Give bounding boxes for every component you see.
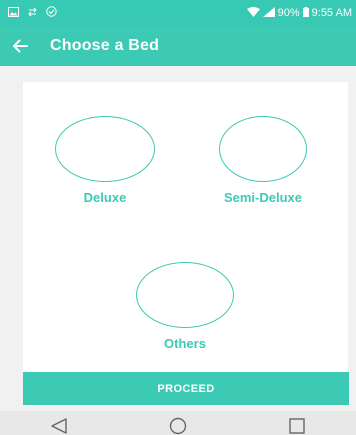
app-bar: Choose a Bed: [0, 26, 356, 66]
semi-deluxe-label: Semi-Deluxe: [223, 190, 303, 205]
status-indicators: 90% 9:55 AM: [246, 6, 352, 20]
wifi-icon: [246, 6, 260, 20]
others-circle[interactable]: [136, 262, 234, 328]
others-label: Others: [164, 336, 206, 351]
bed-options-card: Deluxe Semi-Deluxe Others: [23, 82, 348, 372]
status-bar: 90% 9:55 AM: [0, 0, 356, 26]
battery-icon: [302, 6, 309, 20]
gallery-icon: [8, 6, 19, 20]
bed-option-deluxe[interactable]: Deluxe: [55, 116, 155, 205]
screen: 90% 9:55 AM Choose a Bed Deluxe Semi-Del…: [0, 0, 356, 435]
status-notifications: [8, 6, 57, 20]
back-arrow-icon[interactable]: [0, 26, 40, 66]
battery-percent: 90%: [277, 6, 300, 19]
bed-option-semi-deluxe[interactable]: Semi-Deluxe: [219, 116, 307, 205]
nav-home-icon[interactable]: [164, 417, 192, 435]
deluxe-circle[interactable]: [55, 116, 155, 182]
deluxe-label: Deluxe: [83, 190, 127, 205]
clock: 9:55 AM: [311, 6, 352, 19]
system-nav-bar: [0, 411, 356, 435]
sync-icon: [27, 7, 38, 20]
bed-option-others[interactable]: Others: [136, 262, 234, 351]
proceed-button[interactable]: PROCEED: [23, 372, 349, 405]
signal-icon: [262, 6, 275, 20]
page-title: Choose a Bed: [50, 37, 160, 54]
nav-back-icon[interactable]: [45, 417, 73, 435]
check-circle-icon: [46, 6, 57, 20]
semi-deluxe-circle[interactable]: [219, 116, 307, 182]
nav-recents-icon[interactable]: [283, 417, 311, 435]
